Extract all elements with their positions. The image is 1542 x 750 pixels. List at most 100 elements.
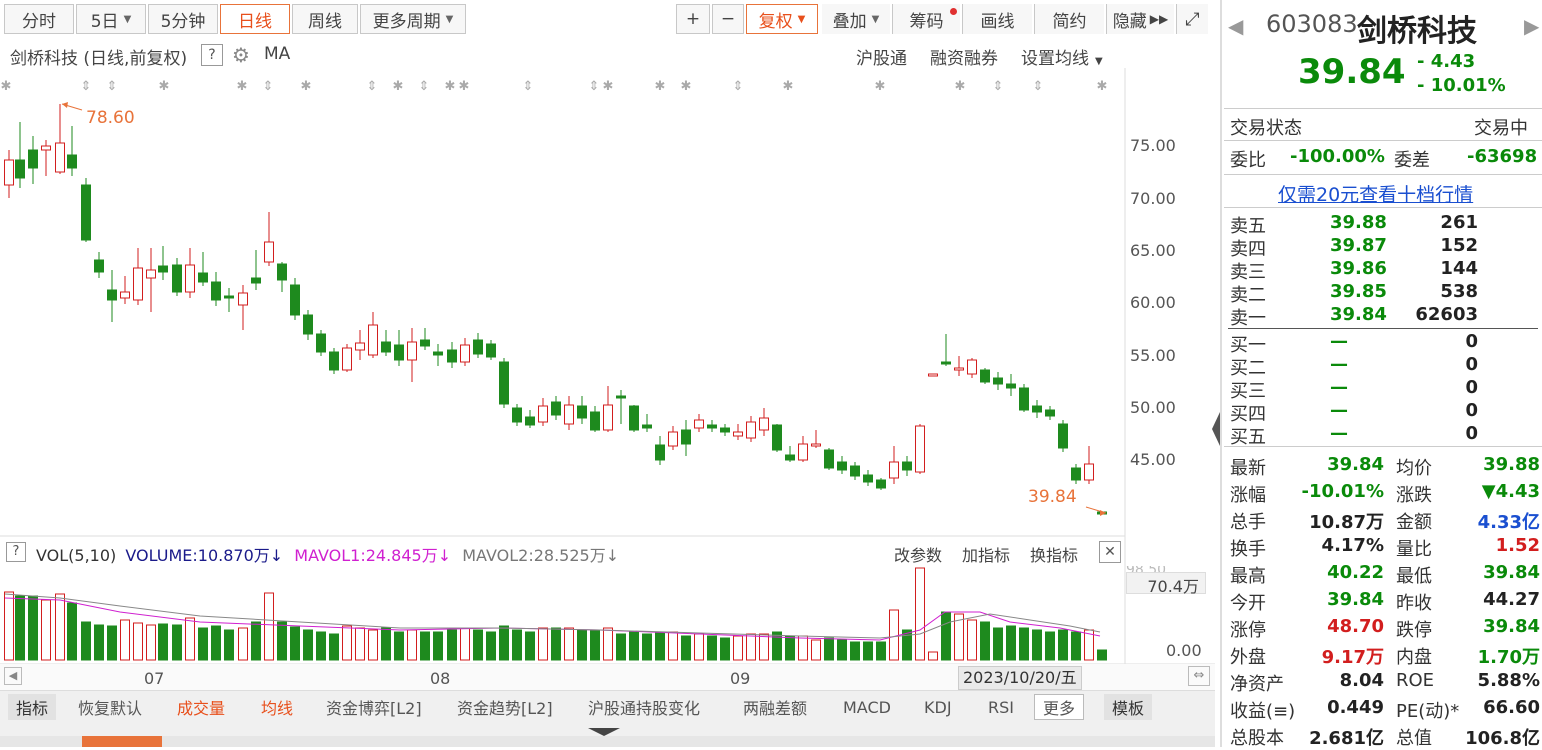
level-volume: 261 <box>1440 212 1478 233</box>
event-marker-icon[interactable]: ⇕ <box>993 79 1004 94</box>
buy-level-row[interactable]: 买三 — 0 <box>1230 377 1536 402</box>
kline-chart[interactable]: ✱ ⇕ ⇕ ✱ ✱ ⇕ ✱ ⇕ ✱ ⇕ ✱ ✱ ⇕ ⇕ ✱ ✱ ✱ ⇕ ✱ ✱ ✱ ⇕ ⇕ ✱ <box>0 0 1215 690</box>
event-marker-icon[interactable]: ⇕ <box>523 79 534 94</box>
change-params-button[interactable]: 改参数 <box>894 542 942 566</box>
level-volume: 538 <box>1440 281 1478 302</box>
stat-row: 收益(≡) 0.449 PE(动)* 66.60 <box>1230 697 1540 722</box>
level-price: — <box>1330 400 1348 421</box>
margin-diff-tab[interactable]: 两融差额 <box>743 694 807 720</box>
event-marker-icon[interactable]: ✱ <box>655 79 666 94</box>
volume-bar <box>120 619 130 661</box>
rsi-tab[interactable]: RSI <box>988 694 1014 720</box>
fund-game-tab[interactable]: 资金博弈[L2] <box>326 694 422 720</box>
candle-body <box>277 263 287 281</box>
stat-label: 涨幅 <box>1230 485 1266 506</box>
event-marker-icon[interactable]: ⇕ <box>81 79 92 94</box>
event-marker-icon[interactable]: ✱ <box>301 79 312 94</box>
next-stock-button[interactable]: ▶ <box>1524 14 1539 38</box>
event-marker-icon[interactable]: ✱ <box>445 79 456 94</box>
event-marker-icon[interactable]: ✱ <box>1 79 12 94</box>
add-indicator-button[interactable]: 加指标 <box>962 542 1010 566</box>
level-volume: 0 <box>1465 377 1478 398</box>
volume-bar <box>668 631 678 661</box>
stat-value: 39.84 <box>1483 616 1540 637</box>
indicator-tab-label[interactable]: 指标 <box>8 694 57 720</box>
volume-bar <box>1097 649 1107 661</box>
buy-level-row[interactable]: 买五 — 0 <box>1230 423 1536 448</box>
volume-bar <box>460 627 470 661</box>
event-marker-icon[interactable]: ✱ <box>875 79 886 94</box>
fund-trend-tab[interactable]: 资金趋势[L2] <box>457 694 553 720</box>
kdj-tab[interactable]: KDJ <box>924 694 952 720</box>
upsell-link[interactable]: 仅需20元查看十档行情 <box>1278 180 1473 207</box>
arrow-down-icon: ↓ <box>437 546 452 565</box>
more-tab[interactable]: 更多 <box>1034 694 1085 720</box>
sell-level-row[interactable]: 卖一 39.84 62603 <box>1230 304 1536 329</box>
x-tick-label: 09 <box>730 669 751 688</box>
scroll-left-button[interactable]: ◀ <box>4 667 22 685</box>
close-indicator-button[interactable]: ✕ <box>1099 541 1121 563</box>
sell-level-row[interactable]: 卖二 39.85 538 <box>1230 281 1536 306</box>
candle-body <box>420 339 430 347</box>
stat-value: 39.84 <box>1327 454 1384 475</box>
event-marker-icon[interactable]: ⇕ <box>107 79 118 94</box>
template-tab[interactable]: 模板 <box>1104 694 1153 720</box>
event-marker-icon[interactable]: ✱ <box>681 79 692 94</box>
event-marker-icon[interactable]: ✱ <box>783 79 794 94</box>
macd-tab[interactable]: MACD <box>843 694 891 720</box>
level-volume: 144 <box>1440 258 1478 279</box>
prev-stock-button[interactable]: ◀ <box>1228 14 1243 38</box>
buy-level-row[interactable]: 买一 — 0 <box>1230 331 1536 356</box>
event-marker-icon[interactable]: ⇕ <box>733 79 744 94</box>
event-marker-icon[interactable]: ✱ <box>955 79 966 94</box>
triangle-right-icon: ▶ <box>1524 14 1540 38</box>
sell-level-row[interactable]: 卖五 39.88 261 <box>1230 212 1536 237</box>
high-annotation: 78.60 <box>86 108 135 128</box>
event-marker-icon[interactable]: ✱ <box>159 79 170 94</box>
sell-level-row[interactable]: 卖四 39.87 152 <box>1230 235 1536 260</box>
candle-body <box>590 411 600 431</box>
volume-tab[interactable]: 成交量 <box>177 694 225 720</box>
stat-value: 39.84 <box>1483 562 1540 583</box>
restore-default-tab[interactable]: 恢复默认 <box>78 694 142 720</box>
level-price: 39.87 <box>1330 235 1387 256</box>
event-marker-icon[interactable]: ⇕ <box>419 79 430 94</box>
sell-level-row[interactable]: 卖三 39.86 144 <box>1230 258 1536 283</box>
candle-body <box>381 341 391 353</box>
level-volume: 152 <box>1440 235 1478 256</box>
candle-body <box>473 339 483 355</box>
candle-body <box>238 292 248 306</box>
candle-body <box>616 395 626 399</box>
stat-value: 48.70 <box>1327 616 1384 637</box>
event-marker-icon[interactable]: ⇕ <box>367 79 378 94</box>
volume-bar <box>811 639 821 661</box>
event-marker-icon[interactable]: ✱ <box>237 79 248 94</box>
volume-bar <box>798 635 808 661</box>
vol-help-button[interactable]: ? <box>6 542 26 562</box>
event-marker-icon[interactable]: ✱ <box>459 79 470 94</box>
zoom-range-button[interactable]: ⇔ <box>1188 666 1210 686</box>
ma-tab[interactable]: 均线 <box>261 694 293 720</box>
event-marker-icon[interactable]: ✱ <box>1097 79 1108 94</box>
event-marker-icon[interactable]: ✱ <box>603 79 614 94</box>
event-marker-icon[interactable]: ⇕ <box>1033 79 1044 94</box>
volume-bar <box>407 629 417 661</box>
candle-body <box>407 341 417 361</box>
buy-level-row[interactable]: 买二 — 0 <box>1230 354 1536 379</box>
volume-bar <box>277 621 287 661</box>
active-secondary-tab[interactable] <box>82 736 162 747</box>
buy-level-row[interactable]: 买四 — 0 <box>1230 400 1536 425</box>
stat-value: 4.17% <box>1321 535 1384 556</box>
stat-label: 量比 <box>1396 539 1432 560</box>
level-price: 39.85 <box>1330 281 1387 302</box>
stat-label: ROE <box>1396 670 1435 691</box>
candle-body <box>55 142 65 173</box>
hgt-holding-tab[interactable]: 沪股通持股变化 <box>588 694 700 720</box>
event-marker-icon[interactable]: ⇕ <box>263 79 274 94</box>
switch-indicator-button[interactable]: 换指标 <box>1030 542 1078 566</box>
event-marker-icon[interactable]: ✱ <box>393 79 404 94</box>
event-marker-icon[interactable]: ⇕ <box>589 79 600 94</box>
volume-bar <box>915 567 925 661</box>
bottom-secondary-tabs <box>0 736 1215 747</box>
candle-body <box>681 429 691 445</box>
